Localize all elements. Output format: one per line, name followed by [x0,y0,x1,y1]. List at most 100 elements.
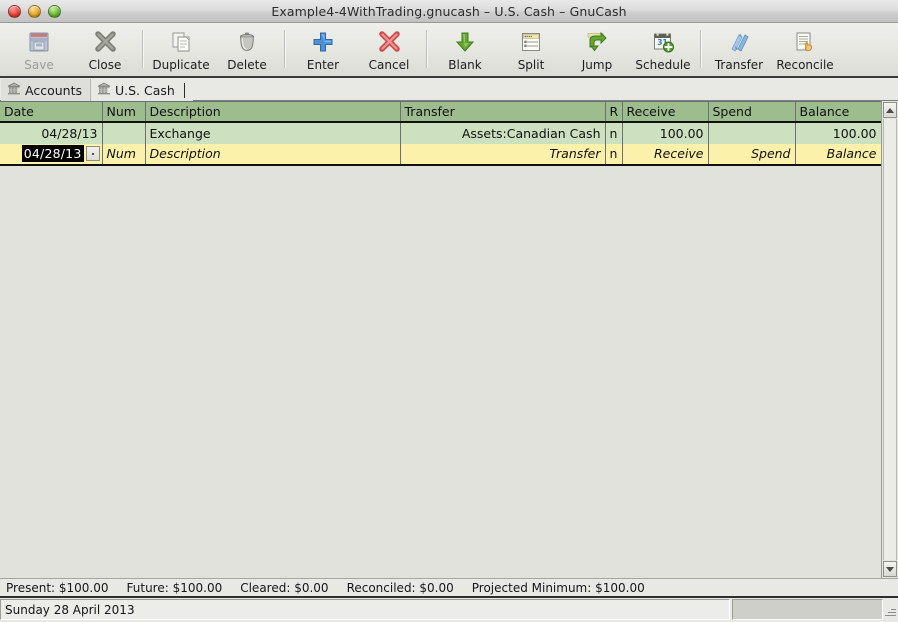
column-header-date[interactable]: Date [0,101,103,123]
toolbar-separator-2 [284,30,286,68]
cell-description[interactable]: Exchange [145,121,401,144]
register: Date Num Description Transfer R Receive … [0,101,882,578]
toolbar-separator-4 [700,30,702,68]
summary-future: Future: $100.00 [126,580,223,595]
toolbar-button-transfer[interactable]: Transfer [706,26,772,72]
jump-icon [585,28,609,55]
cell-transfer[interactable]: Assets:Canadian Cash [400,121,606,144]
down-arrow-icon [453,28,477,55]
summary-present: Present: $100.00 [6,580,109,595]
gnucash-window: Example4-4WithTrading.gnucash – U.S. Cas… [0,0,898,622]
column-header-receive[interactable]: Receive [622,101,709,123]
reconcile-icon [793,28,817,55]
window-title: Example4-4WithTrading.gnucash – U.S. Cas… [271,3,627,19]
calendar-icon: 31 [651,28,675,55]
toolbar-label-close: Close [88,58,122,72]
chevron-up-icon [886,107,894,113]
table-row[interactable]: 04/28/13 Exchange Assets:Canadian Cash n… [0,121,882,144]
status-message: Sunday 28 April 2013 [0,599,730,620]
save-icon [27,28,51,55]
toolbar-button-blank[interactable]: Blank [432,26,498,72]
toolbar: Save Close Duplicate Delete Enter Cancel… [0,23,898,78]
toolbar-button-close[interactable]: Close [72,26,138,72]
column-header-r[interactable]: R [605,101,623,123]
column-header-description[interactable]: Description [145,101,401,123]
column-header-transfer[interactable]: Transfer [400,101,606,123]
toolbar-label-split: Split [517,58,545,72]
register-table: Date Num Description Transfer R Receive … [0,101,882,166]
toolbar-button-cancel[interactable]: Cancel [356,26,422,72]
date-picker-button[interactable] [85,146,100,161]
toolbar-label-schedule: Schedule [635,58,691,72]
register-empty-space [0,165,881,578]
cell-reconcile-blank[interactable]: n [605,143,623,166]
trash-icon [235,28,259,55]
tab-accounts[interactable]: Accounts [1,79,91,101]
register-area: Date Num Description Transfer R Receive … [0,101,898,578]
duplicate-icon [169,28,193,55]
cell-description-placeholder[interactable]: Description [145,143,401,166]
toolbar-separator-1 [142,30,144,68]
plus-icon [311,28,335,55]
toolbar-button-delete[interactable]: Delete [214,26,280,72]
cell-receive-placeholder[interactable]: Receive [622,143,709,166]
toolbar-button-jump[interactable]: Jump [564,26,630,72]
toolbar-label-cancel: Cancel [368,58,410,72]
split-icon [519,28,543,55]
table-row-blank[interactable]: 04/28/13 Num Description Transfer n Rece… [0,143,882,166]
cancel-x-icon [377,28,402,55]
tab-caret [183,82,185,98]
toolbar-button-enter[interactable]: Enter [290,26,356,72]
window-controls [8,4,61,18]
zoom-button[interactable] [48,4,61,18]
summary-projected: Projected Minimum: $100.00 [471,580,645,595]
status-bar: Sunday 28 April 2013 [0,598,898,622]
toolbar-label-transfer: Transfer [714,58,764,72]
toolbar-label-enter: Enter [306,58,340,72]
toolbar-separator-3 [426,30,428,68]
close-x-icon [93,28,118,55]
tab-us-cash[interactable]: U.S. Cash [90,79,193,101]
register-scrollbar[interactable] [881,101,898,578]
cell-spend-placeholder[interactable]: Spend [708,143,796,166]
scroll-down-button[interactable] [883,561,897,577]
resize-grip[interactable] [883,599,898,620]
cell-transfer-placeholder[interactable]: Transfer [400,143,606,166]
cell-num-placeholder[interactable]: Num [102,143,146,166]
bank-icon [97,82,111,98]
cell-reconcile[interactable]: n [605,121,623,144]
cell-date-editor[interactable]: 04/28/13 [0,143,103,166]
tab-us-cash-label: U.S. Cash [114,82,175,98]
cell-balance-placeholder[interactable]: Balance [795,143,882,166]
transfer-icon [726,28,752,55]
toolbar-button-save[interactable]: Save [6,26,72,72]
register-header-row: Date Num Description Transfer R Receive … [0,101,882,123]
summary-bar: Present: $100.00 Future: $100.00 Cleared… [0,578,898,598]
cell-balance[interactable]: 100.00 [795,121,882,144]
bank-icon [7,82,21,98]
column-header-balance[interactable]: Balance [795,101,882,123]
cell-num[interactable] [102,121,146,144]
toolbar-label-delete: Delete [227,58,267,72]
toolbar-button-duplicate[interactable]: Duplicate [148,26,214,72]
toolbar-button-split[interactable]: Split [498,26,564,72]
cell-date[interactable]: 04/28/13 [0,121,103,144]
summary-cleared: Cleared: $0.00 [240,580,329,595]
toolbar-label-blank: Blank [448,58,482,72]
chevron-down-icon [886,566,894,572]
toolbar-label-reconcile: Reconcile [776,58,834,72]
scroll-up-button[interactable] [883,102,897,118]
cell-spend[interactable] [708,121,796,144]
minimize-button[interactable] [28,4,41,18]
scrollbar-trough[interactable] [883,119,897,560]
toolbar-label-save: Save [24,58,54,72]
toolbar-label-jump: Jump [581,58,613,72]
close-button[interactable] [8,4,21,18]
column-header-spend[interactable]: Spend [708,101,796,123]
tab-bar: Accounts U.S. Cash [0,78,898,101]
column-header-num[interactable]: Num [102,101,146,123]
toolbar-button-schedule[interactable]: 31 Schedule [630,26,696,72]
cell-receive[interactable]: 100.00 [622,121,709,144]
date-input[interactable]: 04/28/13 [21,145,84,162]
toolbar-button-reconcile[interactable]: Reconcile [772,26,838,72]
